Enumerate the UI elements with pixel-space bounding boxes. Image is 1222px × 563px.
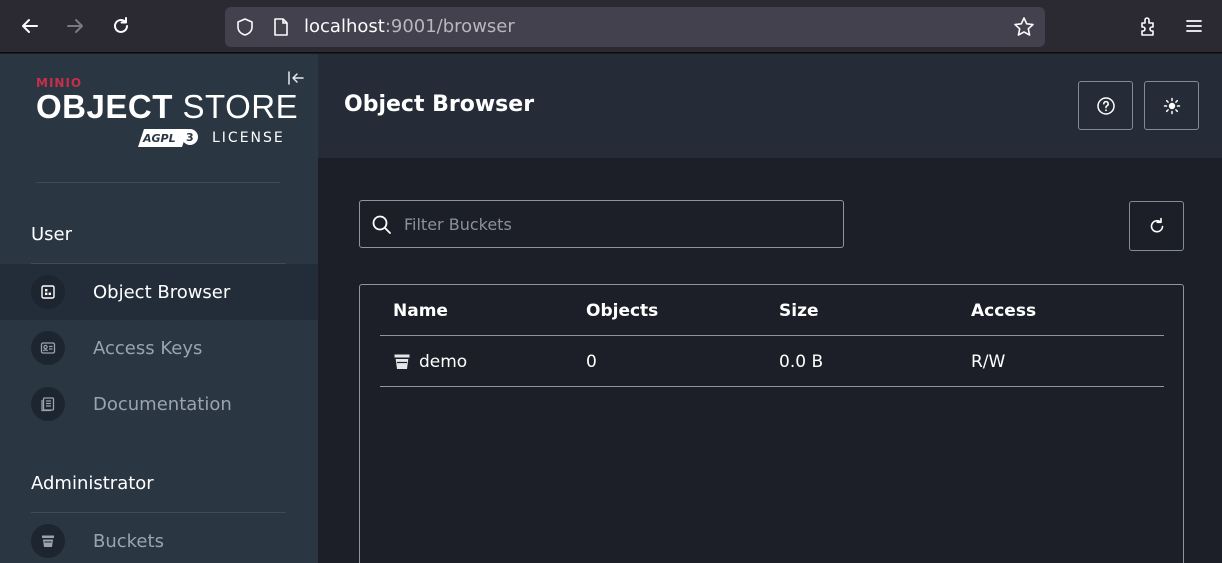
filter-buckets-input[interactable] — [404, 201, 834, 247]
address-bar[interactable]: localhost:9001/browser — [225, 7, 1045, 47]
agpl-logo-icon: AGPL 3 — [138, 129, 198, 147]
sun-icon — [1163, 97, 1180, 114]
theme-toggle-button[interactable] — [1144, 81, 1199, 130]
documentation-icon — [31, 387, 65, 421]
filter-buckets-field[interactable] — [359, 200, 844, 248]
table-row[interactable]: demo 0 0.0 B R/W — [380, 336, 1164, 387]
logo-license: LICENSE — [212, 130, 285, 146]
bucket-size-cell: 0.0 B — [779, 351, 824, 372]
table-header-row: Name Objects Size Access — [380, 285, 1164, 336]
page-icon[interactable] — [269, 15, 293, 39]
reload-icon[interactable] — [103, 8, 139, 44]
bucket-name-cell[interactable]: demo — [393, 336, 467, 387]
bucket-name: demo — [419, 351, 468, 372]
browser-toolbar: localhost:9001/browser — [0, 0, 1222, 53]
sidebar-item-label: Documentation — [93, 393, 232, 415]
sidebar-item-access-keys[interactable]: Access Keys — [0, 320, 318, 376]
help-icon — [1096, 96, 1115, 115]
refresh-icon — [1150, 217, 1163, 233]
url-host: localhost — [304, 16, 385, 37]
column-header-objects[interactable]: Objects — [586, 285, 658, 336]
column-header-name[interactable]: Name — [393, 285, 448, 336]
menu-icon[interactable] — [1176, 8, 1212, 44]
svg-text:3: 3 — [186, 131, 194, 144]
object-browser-icon — [31, 275, 65, 309]
logo-license-row: AGPL 3 LICENSE — [138, 126, 285, 150]
url-text[interactable]: localhost:9001/browser — [304, 16, 515, 38]
logo-divider — [36, 182, 280, 183]
collapse-sidebar-icon[interactable] — [285, 68, 307, 88]
sidebar-item-buckets[interactable]: Buckets — [0, 513, 318, 563]
sidebar-item-label: Buckets — [93, 530, 164, 552]
logo-product: OBJECT STORE — [36, 88, 299, 125]
bucket-access-cell: R/W — [971, 351, 1006, 372]
section-title-user: User — [31, 224, 73, 245]
main-content: Object Browser Name Objects Size Access … — [318, 54, 1222, 563]
bucket-icon — [394, 354, 410, 369]
access-keys-icon — [31, 331, 65, 365]
page-title: Object Browser — [344, 92, 535, 117]
bucket-icon — [31, 524, 65, 558]
bookmark-star-icon[interactable] — [1012, 15, 1036, 39]
sidebar-item-documentation[interactable]: Documentation — [0, 376, 318, 432]
forward-icon[interactable] — [57, 8, 93, 44]
sidebar-item-object-browser[interactable]: Object Browser — [0, 264, 318, 320]
search-icon — [372, 215, 391, 234]
bucket-objects-cell: 0 — [586, 351, 597, 372]
page-header: Object Browser — [318, 54, 1222, 158]
sidebar-item-label: Object Browser — [93, 281, 231, 303]
extensions-icon[interactable] — [1131, 8, 1167, 44]
buckets-table: Name Objects Size Access demo 0 0.0 B R/… — [359, 284, 1184, 563]
back-icon[interactable] — [12, 8, 48, 44]
help-button[interactable] — [1078, 81, 1133, 130]
section-title-administrator: Administrator — [31, 473, 154, 494]
sidebar: MINIO OBJECT STORE AGPL 3 LICENSE User O… — [0, 54, 318, 563]
sidebar-item-label: Access Keys — [93, 337, 203, 359]
column-header-size[interactable]: Size — [779, 285, 819, 336]
minio-logo: MINIO OBJECT STORE AGPL 3 LICENSE — [36, 76, 299, 147]
refresh-button[interactable] — [1129, 201, 1184, 251]
shield-icon[interactable] — [233, 15, 257, 39]
column-header-access[interactable]: Access — [971, 285, 1036, 336]
svg-text:AGPL: AGPL — [142, 132, 176, 145]
url-path: :9001/browser — [384, 16, 515, 37]
